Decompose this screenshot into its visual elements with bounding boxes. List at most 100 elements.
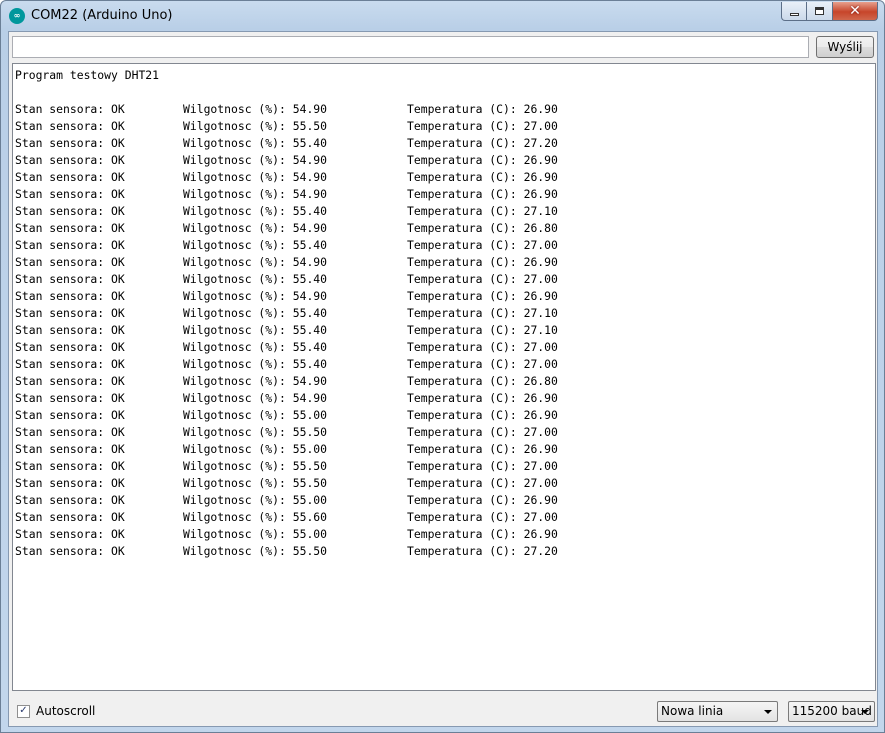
sensor-status: Stan sensora: OK bbox=[15, 119, 125, 133]
output-line: Stan sensora: OK Wilgotnosc (%): 54.90 Tem… bbox=[14, 391, 875, 408]
output-line: Stan sensora: OK Wilgotnosc (%): 55.40 Tem… bbox=[14, 323, 875, 340]
title-bar[interactable]: ∞ COM22 (Arduino Uno) ✕ bbox=[1, 1, 884, 31]
monitor-panel: Wyślij Program testowy DHT21 Stan sensor… bbox=[8, 31, 878, 727]
maximize-button[interactable] bbox=[807, 2, 833, 21]
sensor-status: Stan sensora: OK bbox=[15, 272, 125, 286]
output-line: Stan sensora: OK Wilgotnosc (%): 55.40 Tem… bbox=[14, 357, 875, 374]
output-line: Stan sensora: OK Wilgotnosc (%): 55.40 Tem… bbox=[14, 340, 875, 357]
sensor-status: Stan sensora: OK bbox=[15, 527, 125, 541]
output-line: Stan sensora: OK Wilgotnosc (%): 54.90 Tem… bbox=[14, 374, 875, 391]
temperature-reading: Temperatura (C): 27.00 bbox=[407, 510, 558, 524]
sensor-status: Stan sensora: OK bbox=[15, 476, 125, 490]
output-line: Stan sensora: OK Wilgotnosc (%): 54.90 Tem… bbox=[14, 289, 875, 306]
maximize-icon bbox=[815, 7, 824, 15]
temperature-reading: Temperatura (C): 27.00 bbox=[407, 238, 558, 252]
humidity-reading: Wilgotnosc (%): 55.00 bbox=[183, 493, 328, 507]
output-line: Stan sensora: OK Wilgotnosc (%): 55.50 Tem… bbox=[14, 459, 875, 476]
sensor-status: Stan sensora: OK bbox=[15, 289, 125, 303]
baud-rate-select[interactable]: 115200 baud bbox=[788, 701, 875, 722]
output-line: Stan sensora: OK Wilgotnosc (%): 54.90 Tem… bbox=[14, 153, 875, 170]
temperature-reading: Temperatura (C): 26.90 bbox=[407, 255, 558, 269]
humidity-reading: Wilgotnosc (%): 55.00 bbox=[183, 527, 328, 541]
humidity-reading: Wilgotnosc (%): 55.50 bbox=[183, 476, 328, 490]
bottom-bar: ✓ Autoscroll Nowa linia 115200 baud bbox=[9, 694, 877, 726]
humidity-reading: Wilgotnosc (%): 55.50 bbox=[183, 544, 328, 558]
humidity-reading: Wilgotnosc (%): 55.00 bbox=[183, 442, 328, 456]
output-line: Stan sensora: OK Wilgotnosc (%): 55.00 Tem… bbox=[14, 527, 875, 544]
line-ending-select[interactable]: Nowa linia bbox=[657, 701, 778, 722]
temperature-reading: Temperatura (C): 26.90 bbox=[407, 289, 558, 303]
output-line: Stan sensora: OK Wilgotnosc (%): 55.00 Tem… bbox=[14, 493, 875, 510]
temperature-reading: Temperatura (C): 26.90 bbox=[407, 408, 558, 422]
window-controls: ✕ bbox=[781, 2, 878, 21]
sensor-status: Stan sensora: OK bbox=[15, 442, 125, 456]
output-line: Stan sensora: OK Wilgotnosc (%): 55.40 Tem… bbox=[14, 306, 875, 323]
output-line: Stan sensora: OK Wilgotnosc (%): 55.50 Tem… bbox=[14, 425, 875, 442]
temperature-reading: Temperatura (C): 27.20 bbox=[407, 136, 558, 150]
humidity-reading: Wilgotnosc (%): 54.90 bbox=[183, 391, 328, 405]
humidity-reading: Wilgotnosc (%): 55.00 bbox=[183, 408, 328, 422]
sensor-status: Stan sensora: OK bbox=[15, 391, 125, 405]
temperature-reading: Temperatura (C): 26.90 bbox=[407, 493, 558, 507]
humidity-reading: Wilgotnosc (%): 55.40 bbox=[183, 306, 328, 320]
temperature-reading: Temperatura (C): 26.80 bbox=[407, 374, 558, 388]
humidity-reading: Wilgotnosc (%): 54.90 bbox=[183, 153, 328, 167]
temperature-reading: Temperatura (C): 27.00 bbox=[407, 272, 558, 286]
temperature-reading: Temperatura (C): 27.00 bbox=[407, 119, 558, 133]
sensor-status: Stan sensora: OK bbox=[15, 306, 125, 320]
temperature-reading: Temperatura (C): 26.90 bbox=[407, 102, 558, 116]
humidity-reading: Wilgotnosc (%): 55.40 bbox=[183, 340, 328, 354]
output-line: Stan sensora: OK Wilgotnosc (%): 55.60 Tem… bbox=[14, 510, 875, 527]
temperature-reading: Temperatura (C): 26.80 bbox=[407, 221, 558, 235]
temperature-reading: Temperatura (C): 26.90 bbox=[407, 527, 558, 541]
humidity-reading: Wilgotnosc (%): 54.90 bbox=[183, 170, 328, 184]
autoscroll-toggle[interactable]: ✓ Autoscroll bbox=[17, 704, 95, 718]
sensor-status: Stan sensora: OK bbox=[15, 221, 125, 235]
sensor-status: Stan sensora: OK bbox=[15, 493, 125, 507]
output-line: Stan sensora: OK Wilgotnosc (%): 55.50 Tem… bbox=[14, 119, 875, 136]
output-line: Stan sensora: OK Wilgotnosc (%): 55.00 Tem… bbox=[14, 442, 875, 459]
humidity-reading: Wilgotnosc (%): 55.40 bbox=[183, 357, 328, 371]
output-line: Stan sensora: OK Wilgotnosc (%): 54.90 Tem… bbox=[14, 170, 875, 187]
temperature-reading: Temperatura (C): 26.90 bbox=[407, 153, 558, 167]
humidity-reading: Wilgotnosc (%): 54.90 bbox=[183, 187, 328, 201]
chevron-down-icon bbox=[861, 710, 869, 714]
output-line: Stan sensora: OK Wilgotnosc (%): 55.50 Tem… bbox=[14, 544, 875, 561]
minimize-button[interactable] bbox=[781, 2, 807, 21]
output-line: Stan sensora: OK Wilgotnosc (%): 55.00 Tem… bbox=[14, 408, 875, 425]
arduino-icon: ∞ bbox=[9, 8, 25, 24]
humidity-reading: Wilgotnosc (%): 55.40 bbox=[183, 323, 328, 337]
output-line: Stan sensora: OK Wilgotnosc (%): 55.40 Tem… bbox=[14, 272, 875, 289]
sensor-status: Stan sensora: OK bbox=[15, 238, 125, 252]
sensor-status: Stan sensora: OK bbox=[15, 187, 125, 201]
temperature-reading: Temperatura (C): 27.10 bbox=[407, 306, 558, 320]
humidity-reading: Wilgotnosc (%): 55.60 bbox=[183, 510, 328, 524]
output-line: Stan sensora: OK Wilgotnosc (%): 54.90 Tem… bbox=[14, 187, 875, 204]
autoscroll-checkbox[interactable]: ✓ bbox=[17, 704, 30, 718]
minimize-icon bbox=[789, 12, 799, 16]
humidity-reading: Wilgotnosc (%): 55.40 bbox=[183, 136, 328, 150]
humidity-reading: Wilgotnosc (%): 55.40 bbox=[183, 238, 328, 252]
sensor-status: Stan sensora: OK bbox=[15, 459, 125, 473]
humidity-reading: Wilgotnosc (%): 54.90 bbox=[183, 289, 328, 303]
serial-output[interactable]: Program testowy DHT21 Stan sensora: OK Wi… bbox=[12, 63, 876, 691]
checkmark-icon: ✓ bbox=[19, 705, 28, 716]
output-line: Stan sensora: OK Wilgotnosc (%): 55.40 Tem… bbox=[14, 136, 875, 153]
humidity-reading: Wilgotnosc (%): 54.90 bbox=[183, 221, 328, 235]
output-line: Stan sensora: OK Wilgotnosc (%): 54.90 Tem… bbox=[14, 102, 875, 119]
sensor-status: Stan sensora: OK bbox=[15, 170, 125, 184]
close-button[interactable]: ✕ bbox=[833, 2, 878, 21]
sensor-status: Stan sensora: OK bbox=[15, 102, 125, 116]
sensor-status: Stan sensora: OK bbox=[15, 357, 125, 371]
sensor-status: Stan sensora: OK bbox=[15, 204, 125, 218]
humidity-reading: Wilgotnosc (%): 55.50 bbox=[183, 119, 328, 133]
send-button[interactable]: Wyślij bbox=[816, 36, 874, 58]
sensor-status: Stan sensora: OK bbox=[15, 323, 125, 337]
temperature-reading: Temperatura (C): 26.90 bbox=[407, 170, 558, 184]
temperature-reading: Temperatura (C): 27.20 bbox=[407, 544, 558, 558]
sensor-status: Stan sensora: OK bbox=[15, 425, 125, 439]
send-input[interactable] bbox=[12, 36, 809, 58]
temperature-reading: Temperatura (C): 27.00 bbox=[407, 425, 558, 439]
humidity-reading: Wilgotnosc (%): 55.50 bbox=[183, 459, 328, 473]
output-line: Stan sensora: OK Wilgotnosc (%): 55.40 Tem… bbox=[14, 238, 875, 255]
